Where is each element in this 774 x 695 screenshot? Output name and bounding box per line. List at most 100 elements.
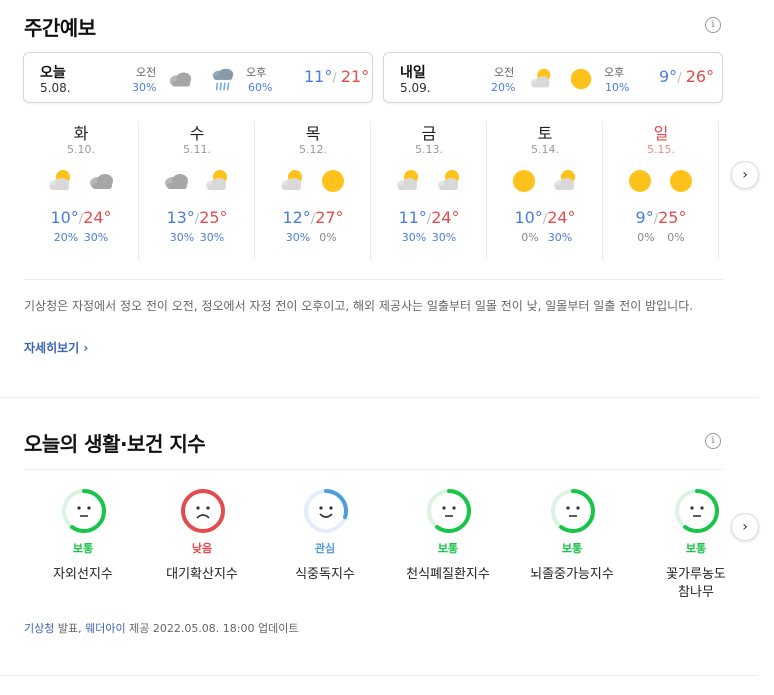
high-temp: 24° — [547, 208, 576, 227]
divider — [24, 279, 724, 280]
am-label: 오전 — [136, 66, 157, 79]
am-label: 오전 — [494, 66, 515, 79]
weekday-column: 화 5.10. 10°/24° 20% 30% — [23, 118, 139, 260]
more-details-link[interactable]: 자세히보기 › — [24, 339, 88, 356]
weekday-label: 금 — [421, 124, 437, 143]
sunny-icon — [629, 170, 651, 192]
sunny-icon — [322, 170, 344, 192]
high-temp: 24° — [431, 208, 460, 227]
am-precip: 30% — [401, 231, 427, 244]
weekday-label: 토 — [537, 124, 553, 143]
index-name: 대기확산지수 — [166, 567, 238, 582]
index-name: 꽃가루농도 참나무 — [666, 567, 726, 600]
neutral-face-icon — [427, 489, 471, 533]
bottom-divider — [0, 675, 758, 676]
partly-cloudy-icon — [438, 170, 459, 190]
health-index-title: 오늘의 생활·보건 지수 — [24, 432, 206, 456]
sunny-icon — [570, 68, 592, 90]
cloudy-icon — [90, 174, 113, 189]
low-temp: 11° — [304, 67, 333, 86]
am-precip: 20% — [53, 231, 79, 244]
pm-precip: 30% — [547, 231, 573, 244]
weekday-date: 5.11. — [183, 143, 211, 156]
forecast-description: 기상청은 자정에서 정오 전이 오전, 정오에서 자정 전이 오후이고, 해외 … — [24, 299, 694, 313]
high-temp: 25° — [658, 208, 687, 227]
sad-face-icon — [181, 489, 225, 533]
index-name: 자외선지수 — [53, 567, 113, 582]
weekday-temps: 9°/25° — [635, 208, 687, 227]
today-card[interactable]: 오늘 5.08. 오전 30% 오후 60% 11°/ 21° — [23, 52, 373, 103]
day-name: 오늘 — [40, 65, 66, 81]
weekday-label: 일 — [653, 124, 669, 143]
low-temp: 9° — [635, 208, 654, 227]
partly-cloudy-icon — [281, 170, 302, 190]
weekday-column: 목 5.12. 12°/27° 30% 0% — [255, 118, 371, 260]
sunny-icon — [670, 170, 692, 192]
pm-precip: 0% — [667, 231, 685, 244]
weekday-temps: 10°/24° — [514, 208, 576, 227]
pm-precip: 60% — [248, 81, 273, 94]
partly-cloudy-icon — [530, 68, 551, 88]
index-status: 보통 — [72, 542, 94, 555]
high-temp: 26° — [685, 67, 715, 86]
today-temps: 11°/ 21° — [304, 67, 370, 86]
pm-precip: 30% — [199, 231, 225, 244]
index-name: 천식폐질환지수 — [406, 567, 490, 582]
next-days-button[interactable]: › — [731, 161, 759, 189]
low-temp: 12° — [282, 208, 311, 227]
info-icon[interactable]: i — [705, 17, 721, 33]
weekday-date: 5.15. — [647, 143, 675, 156]
partly-cloudy-icon — [49, 170, 70, 190]
index-name: 뇌졸중가능지수 — [530, 567, 614, 582]
am-precip: 30% — [169, 231, 195, 244]
day-date: 5.09. — [400, 81, 431, 95]
weekday-temps: 10°/24° — [50, 208, 112, 227]
weekday-date: 5.14. — [531, 143, 559, 156]
weekly-forecast-title: 주간예보 — [24, 16, 96, 40]
neutral-face-icon — [675, 489, 719, 533]
low-temp: 13° — [166, 208, 195, 227]
day-date: 5.08. — [40, 81, 71, 95]
weekday-column: 일 5.15. 9°/25° 0% 0% — [603, 118, 719, 260]
am-precip: 20% — [491, 81, 516, 94]
weekday-label: 목 — [305, 124, 321, 143]
weekday-temps: 11°/24° — [398, 208, 460, 227]
high-temp: 27° — [315, 208, 344, 227]
am-precip: 30% — [285, 231, 311, 244]
cloudy-icon — [165, 174, 188, 189]
weekday-date: 5.10. — [67, 143, 95, 156]
cloudy-icon — [169, 72, 192, 87]
pm-label: 오후 — [246, 66, 267, 79]
next-indices-button[interactable]: › — [731, 513, 759, 541]
partly-cloudy-icon — [554, 170, 575, 190]
neutral-face-icon — [62, 489, 106, 533]
weekday-temps: 12°/27° — [282, 208, 344, 227]
weekday-column: 금 5.13. 11°/24° 30% 30% — [371, 118, 487, 260]
partly-cloudy-icon — [206, 170, 227, 190]
index-status: 낮음 — [191, 542, 213, 555]
weekday-label: 수 — [189, 124, 205, 143]
weekday-temps: 13°/25° — [166, 208, 228, 227]
divider — [24, 469, 724, 470]
source-weatheri: 웨더아이 — [85, 622, 126, 635]
pm-precip: 10% — [605, 81, 630, 94]
weekday-column: 토 5.14. 10°/24° 0% 30% — [487, 118, 603, 260]
section-divider — [0, 397, 758, 398]
low-temp: 10° — [514, 208, 543, 227]
weekday-label: 화 — [73, 124, 89, 143]
high-temp: 24° — [83, 208, 112, 227]
weekday-date: 5.12. — [299, 143, 327, 156]
am-precip: 30% — [132, 81, 157, 94]
high-temp: 21° — [340, 67, 370, 86]
am-precip: 0% — [521, 231, 539, 244]
am-precip: 0% — [637, 231, 655, 244]
pm-precip: 0% — [319, 231, 337, 244]
update-footer: 기상청 발표, 웨더아이 제공 2022.05.08. 18:00 업데이트 — [24, 622, 299, 635]
info-icon[interactable]: i — [705, 433, 721, 449]
index-name: 식중독지수 — [295, 567, 355, 582]
low-temp: 10° — [50, 208, 79, 227]
tomorrow-card[interactable]: 내일 5.09. 오전 20% 오후 10% 9°/ 26° — [383, 52, 723, 103]
sunny-icon — [513, 170, 535, 192]
smile-face-icon — [304, 489, 348, 533]
high-temp: 25° — [199, 208, 228, 227]
